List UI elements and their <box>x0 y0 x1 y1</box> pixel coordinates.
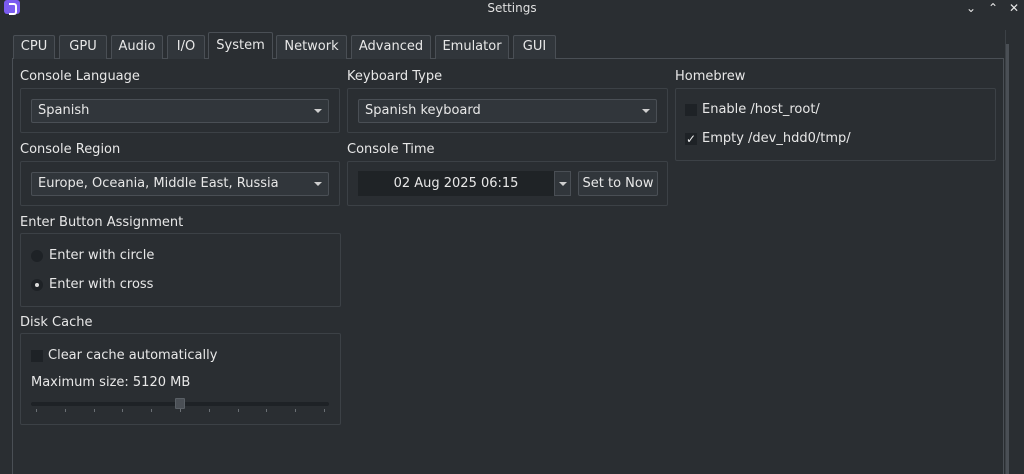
enter-with-circle-label[interactable]: Enter with circle <box>49 248 154 263</box>
slider-tick <box>237 409 239 412</box>
tab-system[interactable]: System <box>208 32 273 59</box>
enter-with-cross-radio[interactable] <box>31 279 43 291</box>
slider-tick <box>295 409 297 412</box>
enter-button-title: Enter Button Assignment <box>20 215 184 230</box>
chevron-down-icon <box>559 182 567 186</box>
empty-dev-hdd0-tmp-checkbox[interactable]: ✓ <box>685 133 697 145</box>
console-time-input[interactable]: 02 Aug 2025 06:15 <box>358 171 554 196</box>
slider-tick <box>64 409 66 412</box>
maximize-icon[interactable]: ⌃ <box>985 0 1001 16</box>
tab-network[interactable]: Network <box>276 35 347 59</box>
tab-advanced[interactable]: Advanced <box>351 35 431 59</box>
slider-tick <box>36 409 37 412</box>
maximum-size-label: Maximum size: 5120 MB <box>31 375 191 390</box>
slider-handle[interactable] <box>175 398 185 409</box>
disk-cache-title: Disk Cache <box>20 315 93 330</box>
enable-host-root-checkbox[interactable] <box>685 104 697 116</box>
console-region-select[interactable]: Europe, Oceania, Middle East, Russia <box>31 172 329 196</box>
keyboard-type-select[interactable]: Spanish keyboard <box>358 99 657 123</box>
tab-audio[interactable]: Audio <box>111 35 163 59</box>
console-language-value: Spanish <box>38 103 90 118</box>
minimize-icon[interactable]: ⌄ <box>963 0 979 16</box>
keyboard-type-title: Keyboard Type <box>347 69 443 84</box>
tab-cpu[interactable]: CPU <box>13 35 55 59</box>
tab-emulator[interactable]: Emulator <box>435 35 509 59</box>
chevron-down-icon <box>314 109 322 113</box>
clear-cache-label[interactable]: Clear cache automatically <box>48 348 217 363</box>
close-icon[interactable]: ✕ <box>1006 0 1022 16</box>
enter-with-circle-radio[interactable] <box>31 250 43 262</box>
enable-host-root-label[interactable]: Enable /host_root/ <box>702 102 820 117</box>
slider-tick <box>324 409 325 412</box>
tab-gpu[interactable]: GPU <box>59 35 107 59</box>
set-to-now-button[interactable]: Set to Now <box>578 171 658 196</box>
empty-dev-hdd0-tmp-label[interactable]: Empty /dev_hdd0/tmp/ <box>702 131 851 146</box>
console-region-value: Europe, Oceania, Middle East, Russia <box>38 176 279 191</box>
chevron-down-icon <box>642 109 650 113</box>
slider-tick <box>93 409 95 412</box>
slider-tick <box>180 409 181 412</box>
slider-tick <box>208 409 210 412</box>
console-region-title: Console Region <box>20 142 121 157</box>
slider-tick <box>122 409 124 412</box>
slider-tick <box>266 409 268 412</box>
scrollbar-handle[interactable] <box>1006 44 1009 474</box>
enter-with-cross-label[interactable]: Enter with cross <box>49 277 153 292</box>
console-language-title: Console Language <box>20 69 140 84</box>
chevron-down-icon <box>314 182 322 186</box>
keyboard-type-value: Spanish keyboard <box>365 103 481 118</box>
tab-io[interactable]: I/O <box>167 35 205 59</box>
homebrew-title: Homebrew <box>675 69 746 84</box>
clear-cache-checkbox[interactable] <box>31 350 43 362</box>
slider-tick <box>151 409 153 412</box>
enter-button-group <box>20 233 341 307</box>
homebrew-group <box>675 88 996 161</box>
console-language-select[interactable]: Spanish <box>31 99 329 123</box>
window-title: Settings <box>487 1 537 15</box>
tab-gui[interactable]: GUI <box>513 35 556 59</box>
console-time-title: Console Time <box>347 142 435 157</box>
console-time-dropdown-button[interactable] <box>554 171 571 196</box>
